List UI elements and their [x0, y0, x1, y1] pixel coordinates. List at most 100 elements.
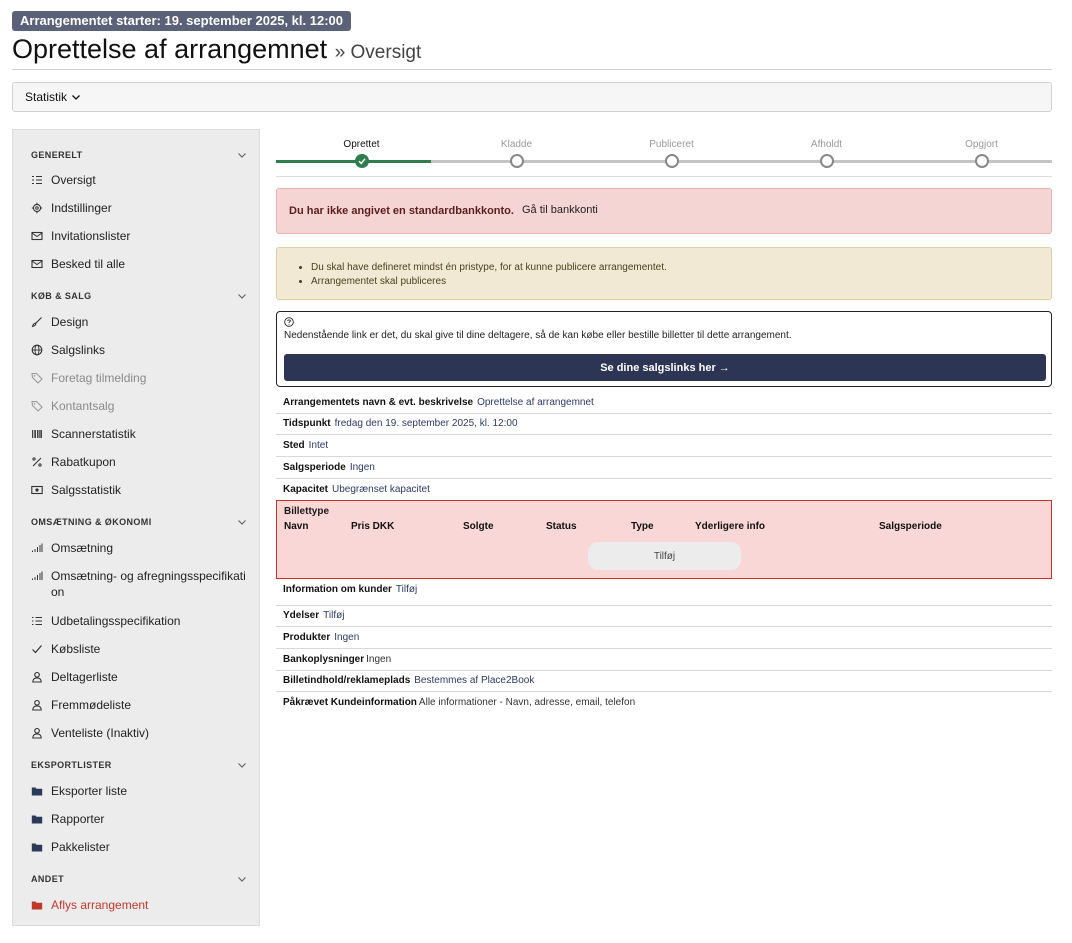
sidebar-item-omsaetning-afregning[interactable]: Omsætning- og afregningsspecifikati on [31, 568, 253, 600]
detail-time: Tidspunkt fredag den 19. september 2025, … [276, 417, 1052, 431]
detail-key: Information om kunder [283, 584, 392, 595]
chevron-down-icon [238, 294, 246, 299]
column-header: Solgte [463, 521, 494, 532]
ticket-types-title: Billettype [284, 506, 330, 517]
sales-link-text: Nedenstående link er det, du skal give t… [284, 330, 792, 341]
signal-icon [31, 568, 43, 584]
add-ticket-type-button[interactable]: Tilføj [588, 542, 741, 570]
sidebar-item-venteliste[interactable]: Venteliste (Inaktiv) [31, 725, 253, 741]
sidebar-item-design[interactable]: Design [31, 314, 253, 330]
sidebar-item-rabatkupon[interactable]: Rabatkupon [31, 454, 253, 470]
page-title-main: Oprettelse af arrangemnet [12, 34, 328, 64]
publish-warnings: Du skal have defineret mindst én pristyp… [276, 247, 1052, 300]
sidebar-item-label: Design [51, 315, 89, 329]
step-publiceret: Publiceret [594, 138, 749, 168]
row-divider [276, 626, 1052, 627]
sidebar-item-label: Omsætning [51, 541, 114, 555]
column-header: Salgsperiode [879, 521, 942, 532]
sidebar-item-fremmoedeliste[interactable]: Fremmødeliste [31, 697, 253, 713]
row-divider [276, 456, 1052, 457]
step-label: Afholdt [810, 139, 843, 150]
sidebar-item-kontantsalg[interactable]: Kontantsalg [31, 398, 253, 414]
sidebar-item-koebsliste[interactable]: Købsliste [31, 641, 253, 657]
sidebar-item-pakkelister[interactable]: Pakkelister [31, 839, 253, 855]
barcode-icon [31, 426, 43, 442]
sidebar-item-label: Scannerstatistik [51, 427, 136, 441]
detail-value: Alle informationer - Navn, adresse, emai… [418, 697, 636, 708]
sidebar-item-label: Aflys arrangement [51, 898, 149, 912]
section-eksportlister[interactable]: EKSPORTLISTER [31, 758, 247, 772]
row-divider [276, 670, 1052, 671]
step-afholdt: Afholdt [749, 138, 904, 168]
step-check-icon [355, 154, 369, 168]
column-header: Status [546, 521, 577, 532]
mail-icon [31, 256, 43, 272]
detail-key: Arrangementets navn & evt. beskrivelse [283, 397, 474, 408]
sidebar-item-rapporter[interactable]: Rapporter [31, 811, 253, 827]
section-omsaetning-oekonomi[interactable]: OMSÆTNING & ØKONOMI [31, 515, 247, 529]
sidebar-item-label: Venteliste (Inaktiv) [51, 726, 150, 740]
column-header: Yderligere info [695, 521, 766, 532]
sidebar-item-label: Købsliste [51, 642, 101, 656]
detail-services: Ydelser Tilføj [276, 609, 1052, 623]
section-label: OMSÆTNING & ØKONOMI [31, 517, 152, 527]
sidebar-item-deltagerliste[interactable]: Deltagerliste [31, 669, 253, 685]
detail-value-link[interactable]: fredag den 19. september 2025, kl. 12:00 [335, 418, 518, 429]
bank-accounts-link[interactable]: Gå til bankkonti [522, 204, 598, 216]
bank-account-alert: Du har ikke angivet en standardbankkonto… [276, 188, 1052, 234]
sidebar-item-label: Udbetalingsspecifikation [51, 614, 181, 628]
sidebar-item-omsaetning[interactable]: Omsætning [31, 540, 253, 556]
sidebar-item-scannerstatistik[interactable]: Scannerstatistik [31, 426, 253, 442]
detail-value-link[interactable]: Ingen [350, 462, 375, 473]
sidebar-item-label: Besked til alle [51, 257, 126, 271]
sales-links-button[interactable]: Se dine salgslinks her → [284, 354, 1046, 381]
detail-value-link[interactable]: Bestemmes af Place2Book [414, 675, 534, 686]
detail-customer-info: Information om kunder Tilføj [276, 583, 1052, 597]
statistics-dropdown[interactable]: Statistik [25, 90, 81, 104]
warning-item: Arrangementet skal publiceres [311, 275, 667, 289]
step-opgjort: Opgjort [904, 138, 1059, 168]
sidebar-item-label: Pakkelister [51, 840, 110, 854]
detail-bank-info: Bankoplysninger Ingen [276, 653, 1052, 667]
detail-sales-period: Salgsperiode Ingen [276, 461, 1052, 475]
step-label: Kladde [500, 139, 533, 150]
page-title-sub: » Oversigt [334, 42, 422, 63]
folder-icon [31, 811, 43, 827]
user-icon [31, 669, 43, 685]
detail-value-link[interactable]: Ubegrænset kapacitet [332, 484, 430, 495]
signal-icon [31, 540, 43, 556]
statistics-bar: Statistik [12, 82, 1052, 112]
sidebar-item-indstillinger[interactable]: Indstillinger [31, 200, 253, 216]
sidebar-item-eksporter-liste[interactable]: Eksporter liste [31, 783, 253, 799]
step-label: Publiceret [649, 139, 694, 150]
detail-value-link[interactable]: Intet [309, 440, 328, 451]
row-divider [276, 413, 1052, 414]
detail-value-link[interactable]: Oprettelse af arrangemnet [477, 397, 594, 408]
step-label: Oprettet [343, 139, 380, 150]
sidebar-item-salgsstatistik[interactable]: Salgsstatistik [31, 482, 253, 498]
start-date-badge: Arrangementet starter: 19. september 202… [12, 11, 351, 31]
sidebar-item-udbetalingsspecifikation[interactable]: Udbetalingsspecifikation [31, 613, 253, 629]
sidebar-item-salgslinks[interactable]: Salgslinks [31, 342, 253, 358]
sidebar-item-besked-til-alle[interactable]: Besked til alle [31, 256, 253, 272]
sidebar-item-invitationslister[interactable]: Invitationslister [31, 228, 253, 244]
detail-capacity: Kapacitet Ubegrænset kapacitet [276, 483, 1052, 497]
sidebar-item-label: Deltagerliste [51, 670, 118, 684]
sidebar-item-foretag-tilmelding[interactable]: Foretag tilmelding [31, 370, 253, 386]
detail-value-link[interactable]: Tilføj [323, 610, 344, 621]
section-generelt[interactable]: GENERELT [31, 148, 247, 162]
sidebar-item-aflys-arrangement[interactable]: Aflys arrangement [31, 897, 253, 913]
list-icon [31, 613, 43, 629]
section-koeb-salg[interactable]: KØB & SALG [31, 289, 247, 303]
folder-icon [31, 783, 43, 799]
detail-key: Sted [283, 440, 305, 451]
sidebar: GENERELT Oversigt Indstillinger Invitati… [12, 129, 260, 926]
detail-value-link[interactable]: Tilføj [396, 584, 417, 595]
sidebar-item-label: Salgsstatistik [51, 483, 122, 497]
user-icon [31, 697, 43, 713]
sidebar-item-oversigt[interactable]: Oversigt [31, 172, 253, 188]
chevron-down-icon [238, 877, 246, 882]
detail-value-link[interactable]: Ingen [334, 632, 359, 643]
folder-icon [31, 839, 43, 855]
section-andet[interactable]: ANDET [31, 872, 247, 886]
